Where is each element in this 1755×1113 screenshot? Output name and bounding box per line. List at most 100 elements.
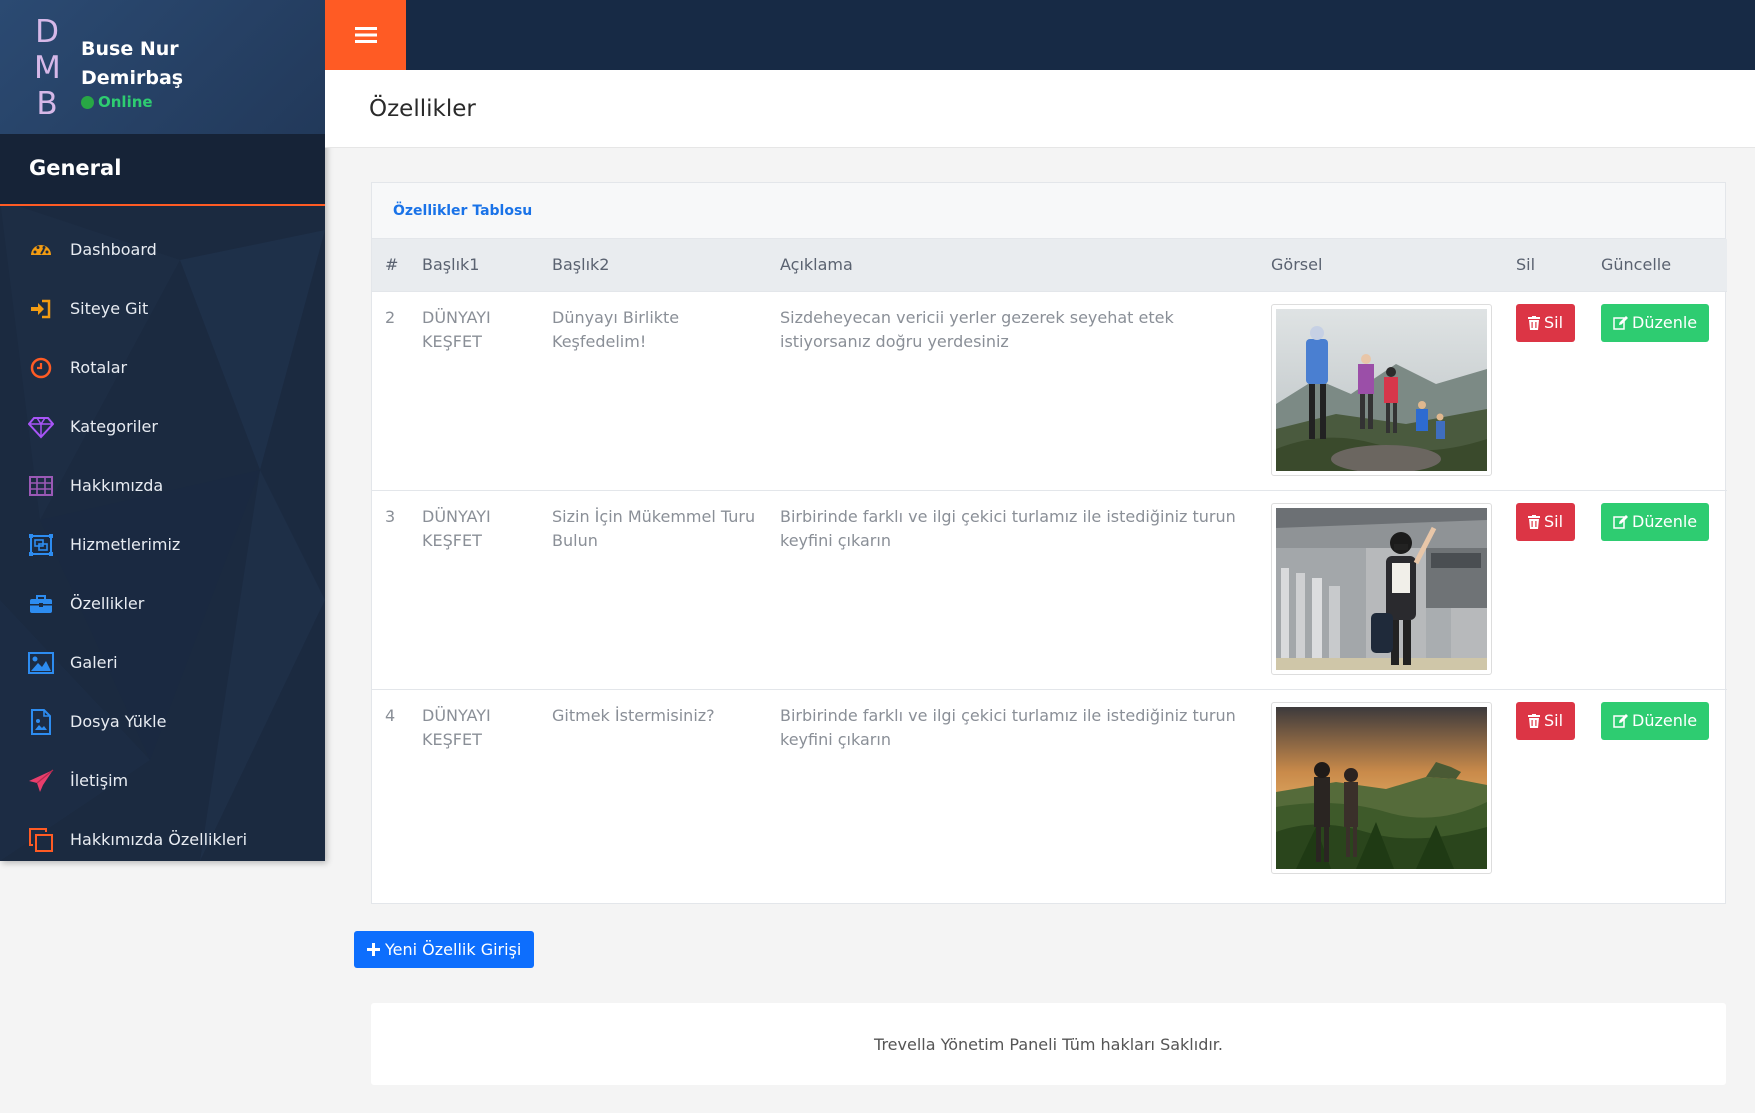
briefcase-icon: [28, 591, 54, 617]
airport-traveler-photo: [1276, 507, 1487, 670]
table-icon: [28, 473, 54, 499]
sidebar-item-label: Hakkımızda Özellikleri: [70, 830, 248, 849]
sidebar-item-dosya-yukle[interactable]: Dosya Yükle: [0, 692, 325, 751]
cell-gorsel: [1258, 291, 1503, 490]
sidebar-item-hizmetlerimiz[interactable]: Hizmetlerimiz: [0, 515, 325, 574]
sidebar-item-hakkimizda[interactable]: Hakkımızda: [0, 456, 325, 515]
edit-button[interactable]: Düzenle: [1601, 502, 1710, 541]
sidebar-item-label: Özellikler: [70, 594, 145, 613]
sidebar-item-label: Hakkımızda: [70, 476, 164, 495]
column-header-baslik1: Başlık1: [422, 255, 480, 275]
section-title: General: [29, 156, 122, 180]
cell-guncelle: Düzenle: [1588, 689, 1727, 888]
cell-baslik2: Dünyayı Birlikte Keşfedelim!: [552, 307, 680, 351]
features-table: # Başlık1 Başlık2 Açıklama Görsel Sil Gü…: [372, 239, 1727, 888]
brand-logo: D M B: [34, 14, 61, 122]
sidebar-item-label: Hizmetlerimiz: [70, 535, 181, 554]
delete-button[interactable]: Sil: [1516, 701, 1576, 740]
sidebar-item-label: Kategoriler: [70, 417, 158, 436]
delete-button-label: Sil: [1544, 710, 1564, 730]
sidebar-item-siteye-git[interactable]: Siteye Git: [0, 279, 325, 338]
page-header: Özellikler: [325, 70, 1755, 148]
edit-button-label: Düzenle: [1632, 312, 1698, 332]
sidebar-item-label: İletişim: [70, 771, 129, 790]
cell-baslik2: Gitmek İstermisiniz?: [552, 705, 715, 725]
cell-baslik1: DÜNYAYI KEŞFET: [422, 307, 491, 351]
footer-text: Trevella Yönetim Paneli Tüm hakları Sakl…: [874, 1034, 1223, 1054]
sidebar: D M B Buse Nur Demirbaş Online General D…: [0, 0, 325, 861]
hikers-photo: [1276, 308, 1487, 471]
table-row: 2 DÜNYAYI KEŞFET Dünyayı Birlikte Keşfed…: [372, 291, 1727, 490]
edit-button-label: Düzenle: [1632, 511, 1698, 531]
cell-aciklama: Sizdeheyecan vericii yerler gezerek seye…: [780, 307, 1174, 351]
new-feature-button[interactable]: Yeni Özellik Girişi: [354, 931, 535, 968]
cell-sil: Sil: [1503, 291, 1588, 490]
sidebar-item-label: Rotalar: [70, 358, 128, 377]
sign-in-icon: [28, 296, 54, 322]
cell-guncelle: Düzenle: [1588, 291, 1727, 490]
trash-icon: [1528, 514, 1540, 529]
footer: Trevella Yönetim Paneli Tüm hakları Sakl…: [371, 1003, 1726, 1085]
column-header-guncelle: Güncelle: [1601, 255, 1672, 275]
cell-aciklama: Birbirinde farklı ve ilgi çekici turlamı…: [780, 506, 1236, 550]
sidebar-item-galeri[interactable]: Galeri: [0, 633, 325, 692]
column-header-id: #: [385, 255, 399, 275]
sidebar-item-dashboard[interactable]: Dashboard: [0, 220, 325, 279]
edit-button[interactable]: Düzenle: [1601, 701, 1710, 740]
delete-button-label: Sil: [1544, 511, 1564, 531]
clone-icon: [28, 827, 54, 853]
dashboard-icon: [28, 237, 54, 263]
cell-baslik1: DÜNYAYI KEŞFET: [422, 506, 491, 550]
cell-gorsel: [1258, 689, 1503, 888]
table-row: 4 DÜNYAYI KEŞFET Gitmek İstermisiniz? Bi…: [372, 689, 1727, 888]
sidebar-item-label: Galeri: [70, 653, 118, 672]
features-table-card: Özellikler Tablosu # Başlık1 Başlık2 Açı…: [371, 182, 1727, 904]
section-header-general: General: [0, 134, 325, 206]
cell-sil: Sil: [1503, 490, 1588, 689]
card-title: Özellikler Tablosu: [393, 203, 533, 219]
table-row: 3 DÜNYAYI KEŞFET Sizin İçin Mükemmel Tur…: [372, 490, 1727, 689]
thumbnail-frame: [1271, 303, 1492, 476]
table-header-row: # Başlık1 Başlık2 Açıklama Görsel Sil Gü…: [372, 239, 1727, 291]
column-header-baslik2: Başlık2: [552, 255, 610, 275]
column-header-gorsel: Görsel: [1271, 255, 1323, 275]
column-header-aciklama: Açıklama: [780, 255, 853, 275]
cell-baslik2: Sizin İçin Mükemmel Turu Bulun: [552, 506, 756, 550]
delete-button[interactable]: Sil: [1516, 502, 1576, 541]
sidebar-item-hakkimizda-ozellikleri[interactable]: Hakkımızda Özellikleri: [0, 810, 325, 861]
plus-icon: [367, 943, 380, 956]
cell-id: 2: [385, 307, 396, 327]
logo-letter-b: B: [36, 86, 58, 122]
sidebar-item-kategoriler[interactable]: Kategoriler: [0, 397, 325, 456]
logo-letter-d: D: [35, 14, 59, 50]
edit-icon: [1613, 713, 1628, 728]
diamond-icon: [28, 414, 54, 440]
edit-icon: [1613, 514, 1628, 529]
edit-icon: [1613, 315, 1628, 330]
cell-gorsel: [1258, 490, 1503, 689]
cell-sil: Sil: [1503, 689, 1588, 888]
status-label: Online: [98, 93, 153, 111]
delete-button[interactable]: Sil: [1516, 303, 1576, 342]
profile-panel: D M B Buse Nur Demirbaş Online: [0, 0, 325, 134]
cell-baslik1: DÜNYAYI KEŞFET: [422, 705, 491, 749]
trash-icon: [1528, 315, 1540, 330]
hamburger-icon: [354, 27, 377, 43]
paper-plane-icon: [28, 768, 54, 794]
cell-aciklama: Birbirinde farklı ve ilgi çekici turlamı…: [780, 705, 1236, 749]
sidebar-item-rotalar[interactable]: Rotalar: [0, 338, 325, 397]
sidebar-item-iletisim[interactable]: İletişim: [0, 751, 325, 810]
edit-button-label: Düzenle: [1632, 710, 1698, 730]
page-title: Özellikler: [369, 96, 476, 122]
cell-id: 4: [385, 705, 396, 725]
object-group-icon: [28, 532, 54, 558]
status-indicator: Online: [81, 93, 153, 111]
trash-icon: [1528, 713, 1540, 728]
sidebar-item-label: Siteye Git: [70, 299, 149, 318]
sidebar-item-ozellikler[interactable]: Özellikler: [0, 574, 325, 633]
column-header-sil: Sil: [1516, 255, 1536, 275]
cell-guncelle: Düzenle: [1588, 490, 1727, 689]
menu-toggle-button[interactable]: [325, 0, 406, 70]
edit-button[interactable]: Düzenle: [1601, 303, 1710, 342]
thumbnail-frame: [1271, 502, 1492, 675]
